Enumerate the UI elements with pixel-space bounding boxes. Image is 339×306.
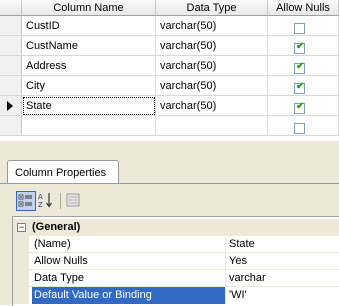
row-selector-current[interactable]: [0, 96, 22, 116]
property-pages-icon: [66, 193, 80, 207]
checkmark-icon: ✔: [296, 81, 305, 92]
category-row-general[interactable]: − (General): [13, 219, 339, 236]
allow-nulls-checkbox[interactable]: [294, 23, 305, 34]
row-selector[interactable]: [0, 76, 22, 96]
allow-nulls-checkbox[interactable]: ✔: [294, 41, 305, 54]
column-name-cell[interactable]: CustName: [22, 36, 156, 56]
property-row[interactable]: (Name) State: [13, 236, 339, 253]
categorized-icon: [18, 194, 32, 207]
property-value[interactable]: varchar: [227, 270, 339, 287]
current-row-arrow-icon: [7, 101, 13, 111]
property-name: Allow Nulls: [32, 253, 226, 270]
category-label: (General): [32, 221, 81, 233]
data-type-cell[interactable]: varchar(50): [156, 96, 268, 116]
property-name: (Name): [32, 236, 226, 253]
data-type-cell[interactable]: varchar(50): [156, 76, 268, 96]
alphabetical-button[interactable]: A Z: [37, 191, 57, 211]
tab-column-properties[interactable]: Column Properties: [7, 160, 119, 184]
column-name-cell[interactable]: State: [22, 96, 156, 116]
data-type-header[interactable]: Data Type: [156, 0, 268, 16]
property-value-input[interactable]: 'WI': [227, 287, 339, 304]
table-design-grid: Column Name Data Type Allow Nulls CustID…: [0, 0, 339, 141]
property-name: Default Value or Binding: [32, 287, 226, 304]
row-selector[interactable]: [0, 56, 22, 76]
property-name: Data Type: [32, 270, 226, 287]
categorized-button[interactable]: [16, 191, 36, 211]
data-type-cell[interactable]: varchar(50): [156, 16, 268, 36]
data-type-cell[interactable]: varchar(50): [156, 36, 268, 56]
column-name-cell[interactable]: Address: [22, 56, 156, 76]
row-header-corner: [0, 0, 22, 16]
checkmark-icon: ✔: [296, 41, 305, 52]
tab-divider: [0, 183, 339, 184]
property-value[interactable]: State: [227, 236, 339, 253]
column-name-header[interactable]: Column Name: [22, 0, 156, 16]
column-name-cell[interactable]: [22, 116, 156, 136]
properties-toolbar: A Z: [12, 189, 339, 213]
checkmark-icon: ✔: [296, 101, 305, 112]
allow-nulls-checkbox[interactable]: ✔: [294, 61, 305, 74]
allow-nulls-header[interactable]: Allow Nulls: [268, 0, 339, 16]
allow-nulls-checkbox[interactable]: [294, 123, 305, 134]
data-type-cell[interactable]: [156, 116, 268, 136]
allow-nulls-checkbox[interactable]: ✔: [294, 81, 305, 94]
property-value[interactable]: Yes: [227, 253, 339, 270]
data-type-cell[interactable]: varchar(50): [156, 56, 268, 76]
svg-text:A: A: [38, 193, 43, 201]
property-row-selected[interactable]: Default Value or Binding 'WI': [13, 287, 339, 304]
property-row[interactable]: Allow Nulls Yes: [13, 253, 339, 270]
property-row[interactable]: Data Type varchar: [13, 270, 339, 287]
collapse-icon[interactable]: −: [17, 223, 26, 232]
row-selector[interactable]: [0, 36, 22, 56]
row-selector[interactable]: [0, 16, 22, 36]
row-selector[interactable]: [0, 116, 22, 136]
allow-nulls-checkbox[interactable]: ✔: [294, 101, 305, 114]
column-name-cell[interactable]: City: [22, 76, 156, 96]
checkmark-icon: ✔: [296, 61, 305, 72]
sort-az-icon: A Z: [38, 193, 52, 209]
property-pages-button[interactable]: [64, 191, 84, 211]
column-name-cell[interactable]: CustID: [22, 16, 156, 36]
svg-text:Z: Z: [38, 201, 43, 209]
toolbar-separator: [60, 193, 61, 209]
property-grid: − (General) (Name) State Allow Nulls Yes…: [12, 216, 339, 306]
